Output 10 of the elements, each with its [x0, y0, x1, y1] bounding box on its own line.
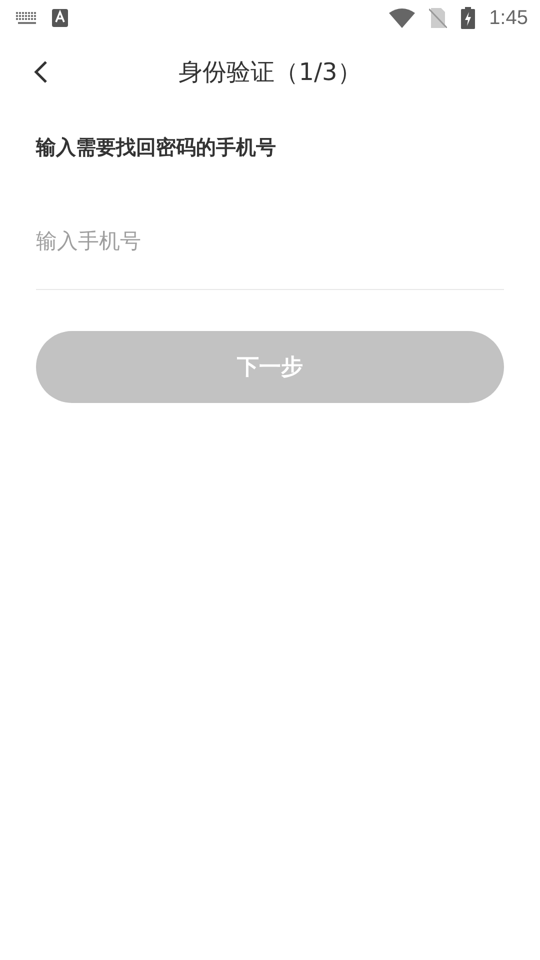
- battery-charging-icon: [461, 7, 476, 29]
- chevron-left-icon: [34, 60, 48, 84]
- phone-input-field[interactable]: 输入手机号: [36, 209, 504, 290]
- wifi-icon: [389, 8, 416, 28]
- instruction-heading: 输入需要找回密码的手机号: [36, 134, 276, 161]
- keyboard-icon: [16, 12, 38, 24]
- text-input-icon: [52, 9, 68, 27]
- no-sim-icon: [429, 8, 448, 28]
- status-time: 1:45: [489, 6, 528, 30]
- page-title: 身份验证（1/3）: [178, 57, 362, 88]
